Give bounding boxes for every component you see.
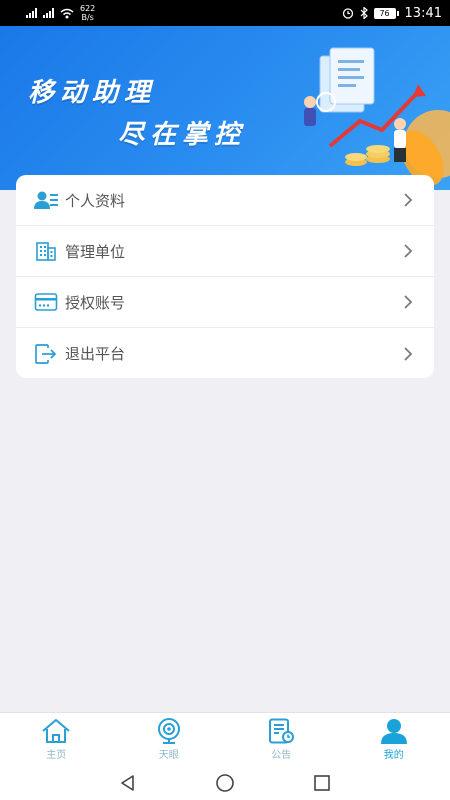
bluetooth-icon bbox=[360, 7, 368, 19]
wifi-icon bbox=[60, 8, 74, 18]
tab-sky-eye[interactable]: 天眼 bbox=[113, 713, 226, 766]
bottom-tab-bar: 主页 天眼 公告 我的 bbox=[0, 712, 450, 766]
chevron-right-icon bbox=[404, 193, 413, 207]
building-icon bbox=[33, 238, 59, 264]
menu-item-label: 授权账号 bbox=[65, 293, 126, 312]
banner-title-line1: 移动助理 bbox=[28, 78, 157, 108]
menu-item-profile[interactable]: 个人资料 bbox=[16, 175, 434, 226]
user-icon bbox=[380, 719, 407, 744]
alarm-icon bbox=[342, 8, 353, 19]
signal-icon bbox=[26, 8, 37, 18]
camera-eye-icon bbox=[157, 718, 180, 744]
status-bar: 622 B/s 76 13:41 bbox=[0, 0, 450, 26]
chevron-right-icon bbox=[404, 244, 413, 258]
menu-item-label: 管理单位 bbox=[65, 242, 126, 261]
recent-apps-icon[interactable] bbox=[313, 774, 331, 792]
tab-mine[interactable]: 我的 bbox=[338, 713, 450, 766]
chevron-right-icon bbox=[404, 346, 413, 361]
tab-home[interactable]: 主页 bbox=[0, 713, 113, 766]
signal-icon-2 bbox=[43, 8, 54, 18]
tab-notice[interactable]: 公告 bbox=[225, 713, 338, 766]
menu-card: 个人资料 管理单位 授权账号 退出平台 bbox=[16, 175, 434, 378]
banner-illustration bbox=[304, 47, 450, 186]
banner-title-line2: 尽在掌控 bbox=[118, 120, 247, 150]
home-circle-icon[interactable] bbox=[215, 773, 235, 793]
exit-icon bbox=[33, 341, 59, 367]
notice-icon bbox=[269, 718, 295, 744]
tab-label: 我的 bbox=[383, 750, 404, 761]
system-nav-bar bbox=[0, 766, 450, 800]
back-icon[interactable] bbox=[119, 774, 137, 792]
tab-label: 公告 bbox=[271, 750, 292, 761]
tab-label: 天眼 bbox=[158, 750, 179, 761]
banner: 移动助理 尽在掌控 bbox=[0, 26, 450, 190]
chevron-right-icon bbox=[404, 295, 413, 309]
menu-item-logout[interactable]: 退出平台 bbox=[16, 328, 434, 378]
menu-item-organization[interactable]: 管理单位 bbox=[16, 226, 434, 277]
battery-icon: 76 bbox=[373, 7, 399, 19]
menu-item-label: 退出平台 bbox=[65, 345, 126, 363]
menu-item-label: 个人资料 bbox=[65, 191, 126, 210]
tab-label: 主页 bbox=[46, 750, 67, 761]
profile-card-icon bbox=[33, 187, 59, 213]
network-speed: 622 B/s bbox=[80, 4, 96, 22]
clock: 13:41 bbox=[404, 5, 442, 21]
menu-item-authorized-account[interactable]: 授权账号 bbox=[16, 277, 434, 328]
home-icon bbox=[42, 719, 70, 743]
account-card-icon bbox=[33, 289, 59, 315]
